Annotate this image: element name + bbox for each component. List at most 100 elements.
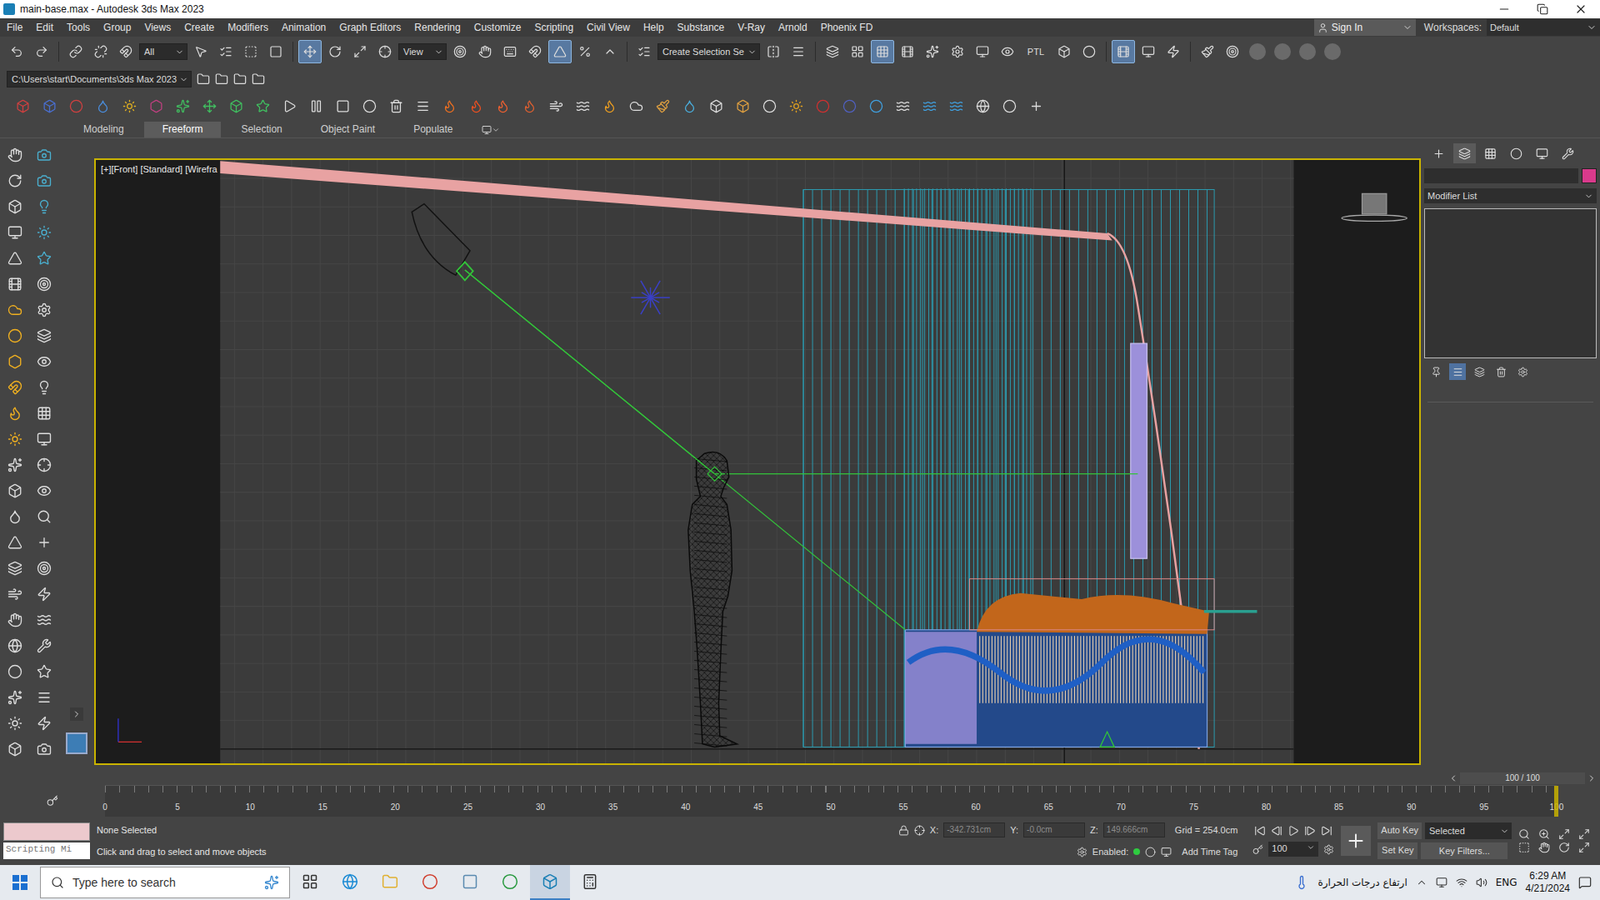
toolbar-button[interactable] <box>945 95 967 117</box>
tool-icon[interactable] <box>1082 45 1096 59</box>
tool-icon[interactable] <box>825 45 840 59</box>
sign-in-dropdown[interactable]: Sign In <box>1314 19 1416 36</box>
tool-icon[interactable] <box>219 45 233 59</box>
minimize-icon[interactable] <box>1497 2 1511 16</box>
toolbar-button[interactable] <box>995 40 1020 64</box>
tool-icon[interactable] <box>1029 99 1044 114</box>
toolbar-dropdown[interactable]: View <box>398 43 447 60</box>
app-icon[interactable] <box>501 873 519 890</box>
tool-icon[interactable] <box>949 99 964 114</box>
command-icon[interactable] <box>36 302 52 318</box>
volume-icon[interactable] <box>1475 876 1488 889</box>
column[interactable] <box>1130 343 1148 559</box>
toolbar-button[interactable] <box>171 95 194 117</box>
toolbar-button[interactable] <box>920 40 945 64</box>
tool-icon[interactable] <box>10 45 24 59</box>
search-highlight-icon[interactable] <box>264 875 280 890</box>
tool-icon[interactable] <box>503 45 517 59</box>
command-icon[interactable] <box>7 690 23 705</box>
toolbar-button[interactable] <box>761 40 785 64</box>
menu-item[interactable]: File <box>0 18 30 37</box>
ribbon-tab[interactable]: Populate <box>395 121 471 138</box>
command-icon[interactable] <box>7 483 23 499</box>
start-button[interactable] <box>0 865 40 900</box>
tool-icon[interactable] <box>789 99 804 114</box>
camera[interactable] <box>411 204 473 281</box>
toolbar-button[interactable] <box>998 95 1020 117</box>
ribbon-tab[interactable]: Modeling <box>65 121 143 138</box>
tool-icon[interactable] <box>1116 45 1130 59</box>
toolbar-text-button[interactable]: PTL <box>1020 46 1051 57</box>
field-of-view-icon[interactable] <box>1518 841 1530 854</box>
folder-settings-icon[interactable] <box>251 72 265 86</box>
previous-frame-icon[interactable] <box>1270 825 1283 837</box>
panel-tab-icon[interactable] <box>1458 147 1471 160</box>
taskbar-app[interactable] <box>330 865 370 900</box>
toolbar-button[interactable] <box>323 40 347 64</box>
tool-icon[interactable] <box>602 99 617 114</box>
tool-icon[interactable] <box>528 45 542 59</box>
command-icon[interactable] <box>7 328 23 344</box>
menu-item[interactable]: V-Ray <box>730 18 772 37</box>
tool-icon[interactable] <box>194 45 208 59</box>
tool-icon[interactable] <box>255 99 270 114</box>
toolbar-button[interactable] <box>970 40 995 64</box>
stack-tool-icon[interactable] <box>1517 366 1529 378</box>
taskbar-search[interactable]: Type here to search <box>40 866 290 899</box>
key-mode-icon[interactable] <box>1252 844 1264 855</box>
command-icon[interactable] <box>36 250 52 266</box>
tool-icon[interactable] <box>415 99 430 114</box>
toolbar-button[interactable] <box>573 40 597 64</box>
toolbar-button[interactable] <box>811 95 834 117</box>
menu-item[interactable]: Phoenix FD <box>814 18 880 37</box>
command-icon[interactable] <box>7 380 23 395</box>
tool-icon[interactable] <box>975 99 990 114</box>
app-icon[interactable] <box>581 873 599 890</box>
tool-icon[interactable] <box>950 45 965 59</box>
taskbar-app[interactable] <box>490 865 530 900</box>
tool-icon[interactable] <box>378 45 392 59</box>
toolbar-button[interactable] <box>89 40 113 64</box>
toolbar-button[interactable] <box>785 95 807 117</box>
stack-tool-button[interactable] <box>1470 363 1488 380</box>
command-icon[interactable] <box>7 586 23 602</box>
toolbar-button[interactable] <box>1195 40 1220 64</box>
toolbar-button[interactable] <box>65 95 87 117</box>
tool-icon[interactable] <box>922 99 937 114</box>
toolbar-button[interactable] <box>411 95 434 117</box>
taskbar-app[interactable] <box>450 865 490 900</box>
stack-tool-icon[interactable] <box>1452 366 1464 378</box>
toolbar-button[interactable] <box>918 95 940 117</box>
toolbar-button[interactable] <box>298 40 322 64</box>
modifier-list-dropdown[interactable]: Modifier List <box>1424 188 1597 204</box>
adaptive-degradation-icon[interactable] <box>1076 846 1088 858</box>
tool-icon[interactable] <box>549 99 564 114</box>
tool-icon[interactable] <box>453 45 467 59</box>
menu-item[interactable]: Customize <box>467 18 529 37</box>
toolbar-button[interactable] <box>11 95 34 117</box>
go-to-start-icon[interactable] <box>1254 825 1266 837</box>
command-icon[interactable] <box>36 276 52 292</box>
orbit-icon[interactable] <box>1558 841 1570 854</box>
menu-item[interactable]: Help <box>636 18 671 37</box>
spinner-icon[interactable] <box>1306 843 1315 852</box>
toolbar-button[interactable] <box>498 40 522 64</box>
tool-icon[interactable] <box>244 45 258 59</box>
tool-icon[interactable] <box>282 99 297 114</box>
tool-icon[interactable] <box>122 99 137 114</box>
stack-tool-button[interactable] <box>1449 363 1466 380</box>
chevron-down-icon[interactable] <box>1402 22 1413 33</box>
command-icon[interactable] <box>7 741 23 757</box>
toolbar-button[interactable] <box>1077 40 1101 64</box>
toolbar-button[interactable] <box>786 40 810 64</box>
stack-tool-button[interactable] <box>1514 363 1531 380</box>
furniture[interactable] <box>905 579 1257 748</box>
weather-text[interactable]: ارتفاع درجات الحرارة <box>1317 876 1407 889</box>
toolbar-button[interactable] <box>305 95 327 117</box>
command-icon[interactable] <box>36 560 52 576</box>
tool-icon[interactable] <box>869 99 884 114</box>
command-icon[interactable] <box>7 612 23 628</box>
command-icon[interactable] <box>7 457 23 473</box>
tool-icon[interactable] <box>603 45 617 59</box>
stack-tool-icon[interactable] <box>1495 366 1507 378</box>
